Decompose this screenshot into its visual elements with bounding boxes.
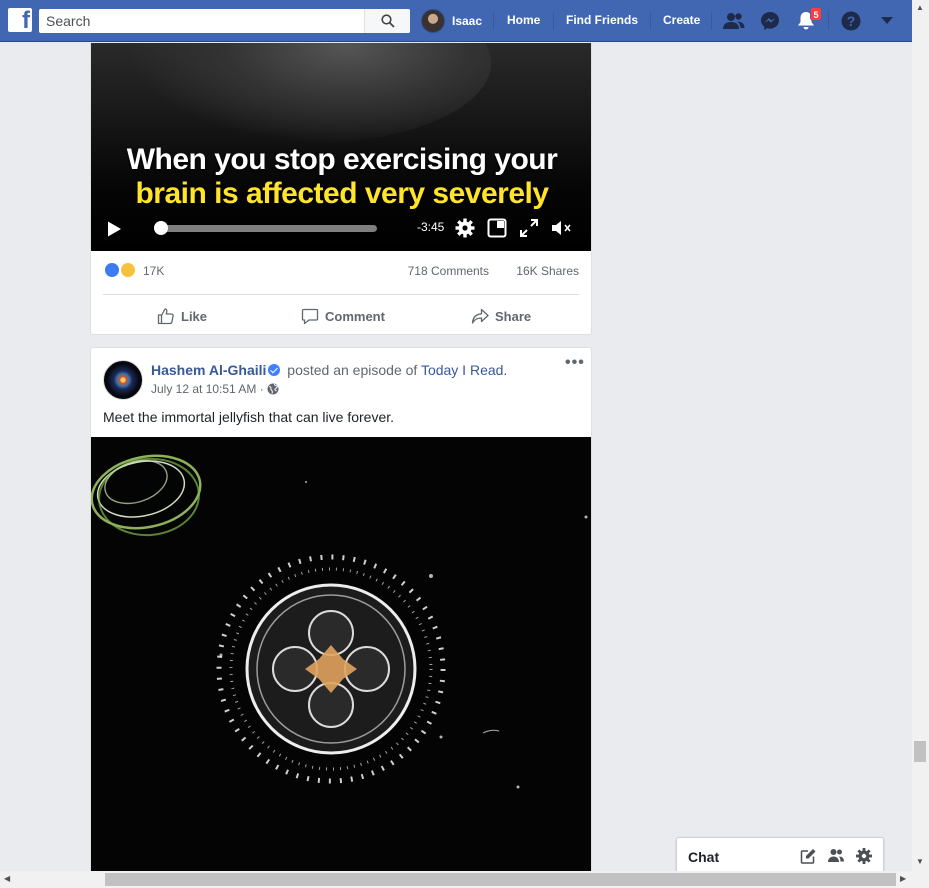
top-navigation-bar: f Isaac Home Find Friends Create 5 ?: [0, 0, 912, 42]
dropdown-icon: [881, 17, 893, 24]
search-input[interactable]: [39, 9, 369, 33]
chat-bar[interactable]: Chat: [676, 837, 884, 871]
post-card-video: When you stop exercising your brain is a…: [90, 43, 592, 335]
help-icon: ?: [841, 11, 861, 31]
post-meta: July 12 at 10:51 AM ·: [151, 382, 279, 396]
nav-divider: [711, 12, 712, 30]
like-label: Like: [181, 308, 208, 324]
scroll-left-icon[interactable]: ◀: [4, 874, 10, 883]
reaction-count[interactable]: 17K: [143, 264, 164, 278]
avatar[interactable]: [103, 360, 143, 400]
actions-divider: [103, 294, 579, 295]
avatar: [421, 9, 445, 33]
episode-video[interactable]: [91, 437, 591, 886]
scroll-up-icon[interactable]: ▲: [916, 3, 924, 12]
wow-reaction-icon[interactable]: [119, 261, 137, 279]
nav-divider: [553, 12, 554, 30]
search-button[interactable]: [364, 9, 410, 33]
new-group-icon[interactable]: [827, 847, 845, 865]
share-label: Share: [495, 308, 532, 324]
video-caption-line-1: When you stop exercising your: [126, 143, 558, 176]
chat-label: Chat: [688, 849, 720, 865]
progress-scrubber[interactable]: [154, 221, 169, 235]
video-frame: [131, 43, 491, 143]
profile-link[interactable]: Isaac: [421, 9, 482, 33]
nav-create[interactable]: Create: [663, 13, 700, 27]
horizontal-scrollbar[interactable]: ◀ ▶: [0, 871, 929, 888]
nav-divider: [650, 12, 651, 30]
post-text: Meet the immortal jellyfish that can liv…: [103, 409, 395, 425]
vertical-scrollbar[interactable]: ▲ ▼: [912, 0, 929, 871]
comment-button[interactable]: Comment: [301, 305, 385, 327]
video-progress-bar[interactable]: [154, 221, 377, 235]
show-link[interactable]: Today I Read.: [421, 362, 507, 378]
play-icon[interactable]: [105, 220, 123, 238]
friend-requests-button[interactable]: [722, 9, 746, 33]
post-verb: posted an episode of: [287, 362, 418, 378]
like-button[interactable]: Like: [157, 305, 207, 327]
vertical-scroll-thumb[interactable]: [914, 741, 926, 762]
video-player[interactable]: When you stop exercising your brain is a…: [91, 43, 591, 251]
author-name[interactable]: Hashem Al-Ghaili: [151, 362, 266, 378]
post-header: Hashem Al-Ghaili posted an episode of To…: [151, 362, 507, 378]
comments-count[interactable]: 718 Comments: [408, 264, 489, 278]
meta-separator: ·: [259, 382, 264, 396]
horizontal-scroll-thumb[interactable]: [105, 873, 896, 886]
video-time-remaining: -3:45: [417, 220, 445, 234]
notification-badge: 5: [810, 7, 822, 21]
jellyfish-image: [91, 454, 588, 789]
scroll-down-icon[interactable]: ▼: [916, 857, 924, 866]
mute-icon[interactable]: [550, 217, 572, 239]
messenger-icon: [761, 12, 779, 30]
friend-requests-icon: [723, 13, 745, 29]
like-icon: [157, 308, 174, 325]
shares-count[interactable]: 16K Shares: [516, 264, 579, 278]
messenger-button[interactable]: [758, 9, 782, 33]
account-menu-button[interactable]: [875, 9, 899, 33]
scroll-right-icon[interactable]: ▶: [900, 874, 906, 883]
settings-icon[interactable]: [454, 217, 476, 239]
new-message-icon[interactable]: [799, 847, 817, 865]
nav-find-friends[interactable]: Find Friends: [566, 13, 638, 27]
globe-icon[interactable]: [267, 383, 279, 395]
pip-icon[interactable]: [486, 217, 508, 239]
comment-label: Comment: [325, 308, 385, 324]
share-icon: [471, 308, 489, 324]
video-caption-line-2: brain is affected very severely: [135, 177, 549, 210]
post-stats: 17K 718 Comments 16K Shares: [103, 261, 579, 281]
share-button[interactable]: Share: [471, 305, 531, 327]
nav-divider: [828, 12, 829, 30]
post-card-episode: Hashem Al-Ghaili posted an episode of To…: [90, 347, 592, 887]
search-icon: [380, 14, 395, 28]
fullscreen-icon[interactable]: [518, 217, 540, 239]
post-options-icon[interactable]: •••: [565, 355, 585, 374]
search-box: [39, 9, 410, 33]
nav-divider: [493, 12, 494, 30]
verified-badge-icon: [268, 364, 281, 376]
post-timestamp[interactable]: July 12 at 10:51 AM: [151, 382, 256, 396]
nav-home[interactable]: Home: [507, 13, 540, 27]
svg-text:?: ?: [847, 13, 856, 29]
comment-icon: [301, 308, 319, 325]
help-button[interactable]: ?: [839, 9, 863, 33]
profile-name: Isaac: [452, 14, 483, 28]
facebook-logo-icon[interactable]: f: [8, 7, 32, 34]
gear-icon[interactable]: [855, 847, 873, 865]
